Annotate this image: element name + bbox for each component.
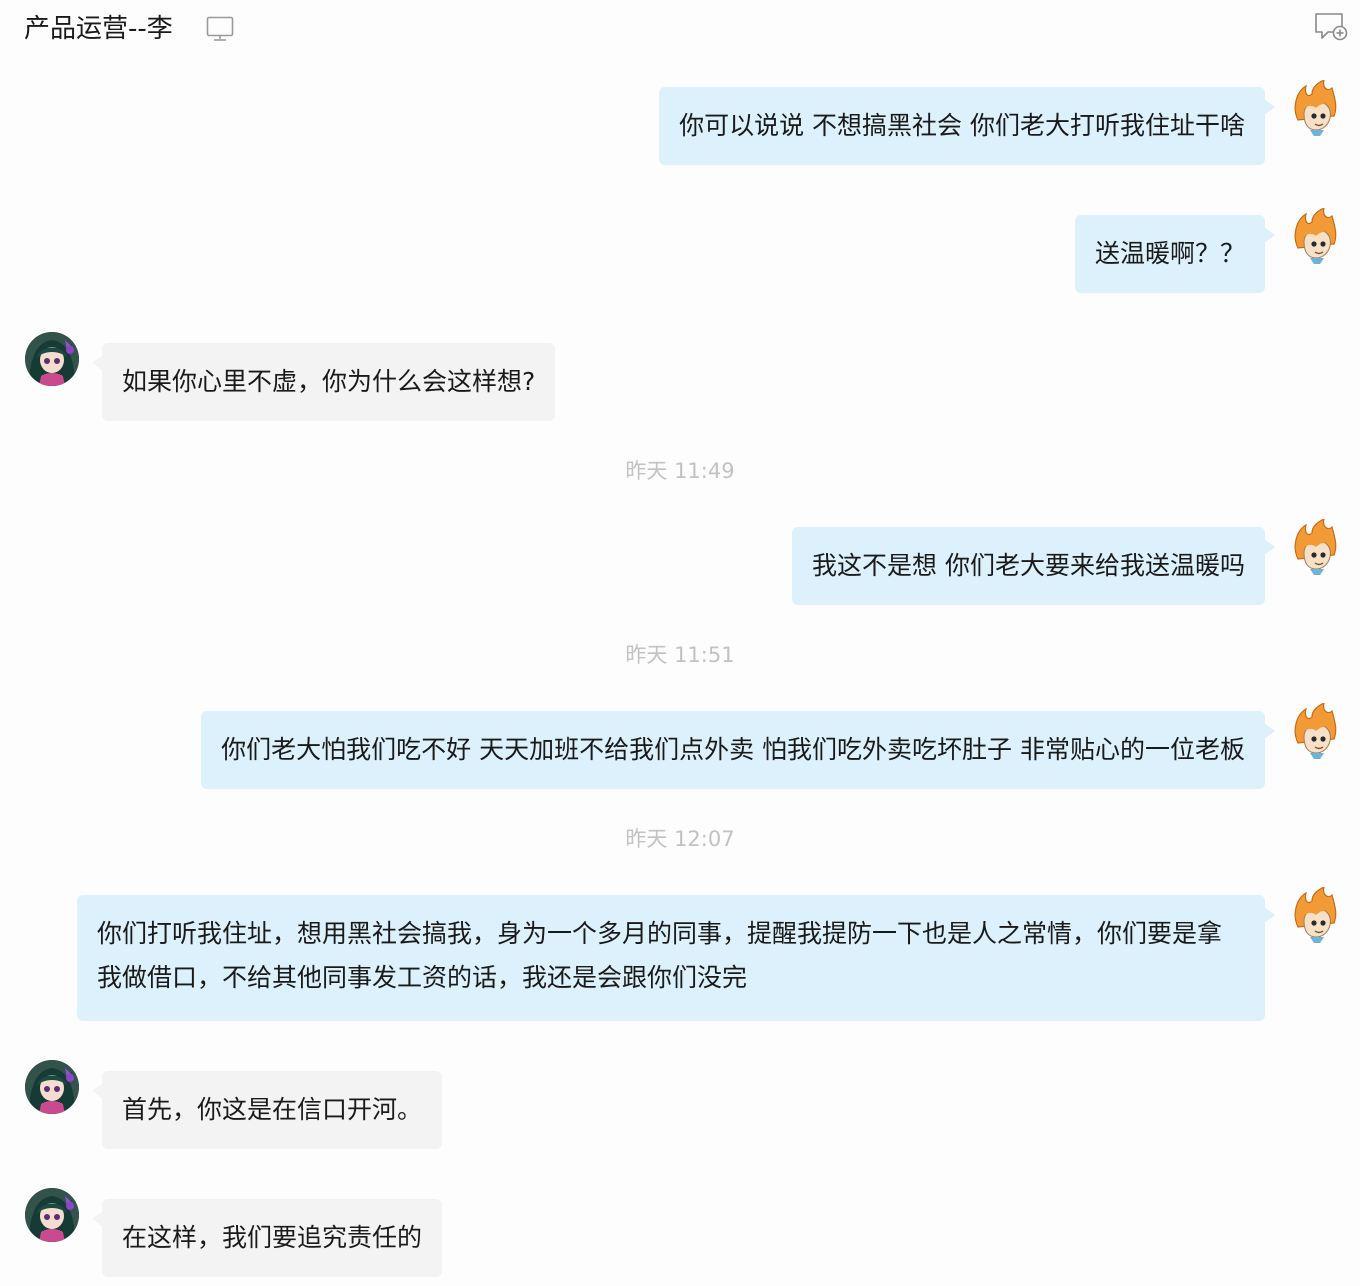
incoming-message-bubble[interactable]: 如果你心里不虚，你为什么会这样想? bbox=[92, 343, 556, 421]
add-chat-icon[interactable] bbox=[1314, 12, 1348, 46]
message-text: 你们打听我住址，想用黑社会搞我，身为一个多月的同事，提醒我提防一下也是人之常情，… bbox=[97, 919, 1223, 992]
timestamp: 昨天 12:07 bbox=[625, 827, 735, 851]
outgoing-message-bubble[interactable]: 你可以说说 不想搞黑社会 你们老大打听我住址干啥 bbox=[659, 87, 1275, 165]
message-text: 你们老大怕我们吃不好 天天加班不给我们点外卖 怕我们吃外卖吃坏肚子 非常贴心的一… bbox=[221, 735, 1245, 764]
my-avatar[interactable] bbox=[1290, 887, 1340, 943]
contact-avatar[interactable] bbox=[25, 332, 79, 386]
message-text: 你可以说说 不想搞黑社会 你们老大打听我住址干啥 bbox=[679, 111, 1245, 140]
my-avatar[interactable] bbox=[1290, 80, 1340, 136]
message-text: 我这不是想 你们老大要来给我送温暖吗 bbox=[812, 551, 1245, 580]
bubble-tail bbox=[92, 1083, 103, 1099]
timestamp: 昨天 11:49 bbox=[625, 459, 735, 483]
my-avatar[interactable] bbox=[1290, 208, 1340, 264]
bubble-tail bbox=[1264, 539, 1275, 555]
incoming-message-bubble[interactable]: 首先，你这是在信口开河。 bbox=[92, 1071, 443, 1149]
outgoing-message-bubble[interactable]: 送温暖啊？？ bbox=[1074, 215, 1275, 293]
outgoing-message-bubble[interactable]: 你们打听我住址，想用黑社会搞我，身为一个多月的同事，提醒我提防一下也是人之常情，… bbox=[77, 895, 1275, 1021]
bubble-tail bbox=[1264, 907, 1275, 923]
bubble-tail bbox=[1264, 723, 1275, 739]
bubble-tail bbox=[1264, 227, 1275, 243]
incoming-message-bubble[interactable]: 在这样，我们要追究责任的 bbox=[92, 1199, 443, 1277]
outgoing-message-bubble[interactable]: 你们老大怕我们吃不好 天天加班不给我们点外卖 怕我们吃外卖吃坏肚子 非常贴心的一… bbox=[201, 711, 1275, 789]
my-avatar[interactable] bbox=[1290, 703, 1340, 759]
chat-header: 产品运营--李 bbox=[0, 0, 1360, 62]
outgoing-message-bubble[interactable]: 我这不是想 你们老大要来给我送温暖吗 bbox=[792, 527, 1275, 605]
bubble-tail bbox=[92, 355, 103, 371]
monitor-icon bbox=[206, 16, 234, 46]
message-text: 在这样，我们要追究责任的 bbox=[122, 1223, 423, 1252]
timestamp: 昨天 11:51 bbox=[625, 643, 735, 667]
chat-title: 产品运营--李 bbox=[24, 14, 173, 44]
bubble-tail bbox=[92, 1211, 103, 1227]
message-text: 首先，你这是在信口开河。 bbox=[122, 1095, 423, 1124]
message-text: 如果你心里不虚，你为什么会这样想? bbox=[122, 367, 536, 396]
contact-avatar[interactable] bbox=[25, 1060, 79, 1114]
message-text: 送温暖啊？？ bbox=[1094, 239, 1245, 268]
my-avatar[interactable] bbox=[1290, 519, 1340, 575]
bubble-tail bbox=[1264, 99, 1275, 115]
contact-avatar[interactable] bbox=[25, 1188, 79, 1242]
